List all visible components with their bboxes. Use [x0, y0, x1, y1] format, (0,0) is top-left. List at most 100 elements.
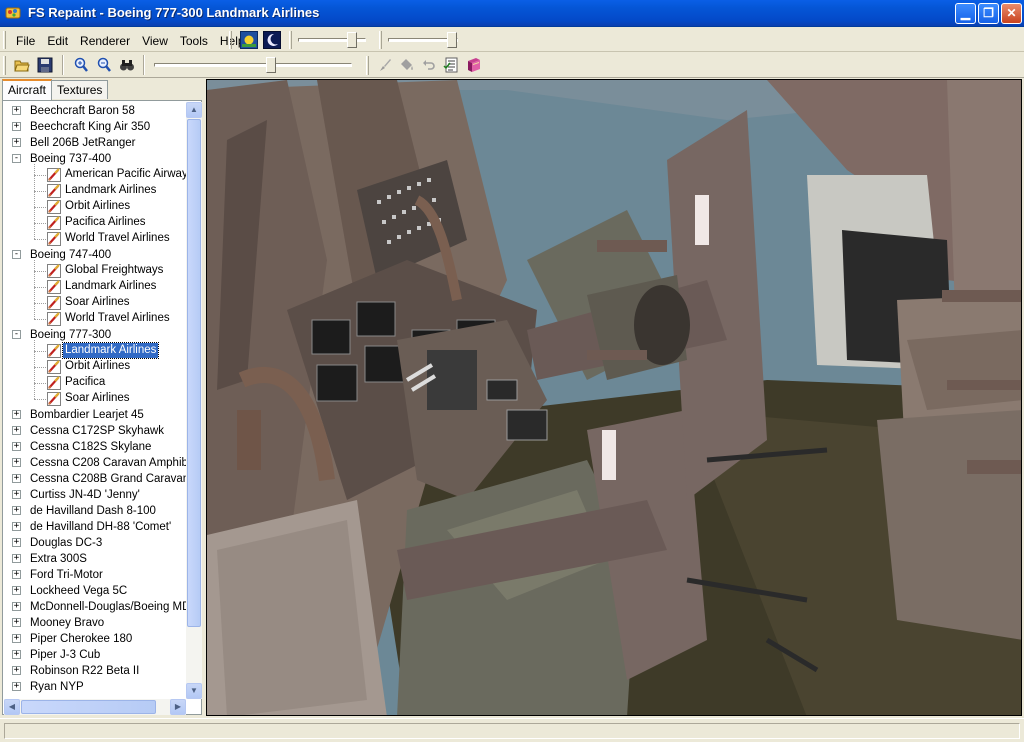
aircraft-tree[interactable]: + Beechcraft Baron 58 + Beechcraft King Air…: [4, 102, 186, 699]
tree-node-livery[interactable]: Landmark Airlines: [4, 183, 186, 199]
expand-icon[interactable]: +: [12, 474, 21, 483]
expand-icon[interactable]: +: [12, 682, 21, 691]
expand-icon[interactable]: +: [12, 442, 21, 451]
open-button[interactable]: [11, 54, 33, 76]
expand-icon[interactable]: +: [12, 426, 21, 435]
menu-renderer[interactable]: Renderer: [74, 32, 136, 50]
expand-icon[interactable]: +: [12, 650, 21, 659]
zoom-out-button[interactable]: [93, 54, 115, 76]
tree-node-aircraft[interactable]: + Lockheed Vega 5C: [4, 583, 186, 599]
expand-icon[interactable]: +: [12, 538, 21, 547]
tree-node-aircraft[interactable]: + Curtiss JN-4D 'Jenny': [4, 487, 186, 503]
tree-node-livery[interactable]: Landmark Airlines: [4, 279, 186, 295]
collapse-icon[interactable]: -: [12, 330, 21, 339]
menubar-grip[interactable]: [3, 31, 6, 49]
vertical-scroll-thumb[interactable]: [187, 119, 201, 627]
zoom-slider[interactable]: [152, 55, 354, 75]
tab-aircraft[interactable]: Aircraft: [2, 79, 53, 100]
tree-node-livery[interactable]: Landmark Airlines: [4, 342, 186, 359]
expand-icon[interactable]: +: [12, 410, 21, 419]
brightness-slider-thumb[interactable]: [447, 32, 457, 48]
expand-icon[interactable]: +: [12, 106, 21, 115]
zoom-slider-thumb[interactable]: [266, 57, 276, 73]
light-slider-thumb[interactable]: [347, 32, 357, 48]
paint-brush-button[interactable]: [374, 54, 396, 76]
scroll-left-icon[interactable]: ◀: [4, 699, 20, 715]
tree-node-aircraft[interactable]: + Mooney Bravo: [4, 615, 186, 631]
paint-bucket-button[interactable]: [396, 54, 418, 76]
toolbar-grip-3[interactable]: [366, 56, 369, 75]
slider-grip-2[interactable]: [379, 31, 382, 49]
tree-node-livery[interactable]: Orbit Airlines: [4, 359, 186, 375]
tree-node-livery[interactable]: American Pacific Airways: [4, 167, 186, 183]
close-button[interactable]: ✕: [1001, 3, 1022, 24]
tree-node-aircraft[interactable]: + Piper Cherokee 180: [4, 631, 186, 647]
tree-node-aircraft[interactable]: - Boeing 777-300: [4, 327, 186, 343]
zoom-in-button[interactable]: [70, 54, 92, 76]
tree-node-aircraft[interactable]: + de Havilland DH-88 'Comet': [4, 519, 186, 535]
tree-node-aircraft[interactable]: + Cessna C208 Caravan Amphibian: [4, 455, 186, 471]
scroll-down-icon[interactable]: ▼: [186, 683, 202, 699]
expand-icon[interactable]: +: [12, 122, 21, 131]
tree-node-livery[interactable]: World Travel Airlines: [4, 311, 186, 327]
tree-node-livery[interactable]: Soar Airlines: [4, 391, 186, 407]
scroll-right-icon[interactable]: ▶: [170, 699, 186, 715]
horizontal-scroll-thumb[interactable]: [21, 700, 156, 714]
app-icon[interactable]: [5, 5, 21, 21]
tree-node-aircraft[interactable]: - Boeing 747-400: [4, 247, 186, 263]
expand-icon[interactable]: +: [12, 522, 21, 531]
tree-node-livery[interactable]: Pacifica: [4, 375, 186, 391]
toolbar-grip-main[interactable]: [3, 56, 6, 75]
tree-node-aircraft[interactable]: + Cessna C182S Skylane: [4, 439, 186, 455]
horizontal-scrollbar[interactable]: ◀ ▶: [4, 699, 186, 715]
tree-node-livery[interactable]: Soar Airlines: [4, 295, 186, 311]
expand-icon[interactable]: +: [12, 666, 21, 675]
tree-node-aircraft[interactable]: + de Havilland Dash 8-100: [4, 503, 186, 519]
expand-icon[interactable]: +: [12, 618, 21, 627]
menu-tools[interactable]: Tools: [174, 32, 214, 50]
expand-icon[interactable]: +: [12, 138, 21, 147]
tab-textures[interactable]: Textures: [51, 80, 109, 99]
tree-node-livery[interactable]: Global Freightways: [4, 263, 186, 279]
expand-icon[interactable]: +: [12, 602, 21, 611]
minimize-button[interactable]: ▁: [955, 3, 976, 24]
tree-node-livery[interactable]: World Travel Airlines: [4, 231, 186, 247]
tree-node-aircraft[interactable]: + Bombardier Learjet 45: [4, 407, 186, 423]
light-slider[interactable]: [296, 30, 368, 50]
slider-grip[interactable]: [289, 31, 292, 49]
expand-icon[interactable]: +: [12, 634, 21, 643]
expand-icon[interactable]: +: [12, 458, 21, 467]
tree-node-livery[interactable]: Pacifica Airlines: [4, 215, 186, 231]
tree-node-aircraft[interactable]: + Robinson R22 Beta II: [4, 663, 186, 679]
tree-node-aircraft[interactable]: + Douglas DC-3: [4, 535, 186, 551]
toolbar-grip[interactable]: [229, 31, 232, 49]
tree-node-aircraft[interactable]: + Ford Tri-Motor: [4, 567, 186, 583]
checklist-button[interactable]: [440, 54, 462, 76]
tree-node-aircraft[interactable]: + Beechcraft Baron 58: [4, 103, 186, 119]
tree-node-livery[interactable]: Orbit Airlines: [4, 199, 186, 215]
tree-node-aircraft[interactable]: - Boeing 737-400: [4, 151, 186, 167]
3d-viewport[interactable]: [206, 79, 1022, 716]
menu-view[interactable]: View: [136, 32, 174, 50]
save-button[interactable]: [34, 54, 56, 76]
tree-node-aircraft[interactable]: + Piper J-3 Cub: [4, 647, 186, 663]
find-button[interactable]: [116, 54, 138, 76]
expand-icon[interactable]: +: [12, 506, 21, 515]
scroll-up-icon[interactable]: ▲: [186, 102, 202, 118]
night-view-button[interactable]: [261, 29, 283, 51]
day-view-button[interactable]: [238, 29, 260, 51]
expand-icon[interactable]: +: [12, 570, 21, 579]
vertical-scrollbar[interactable]: ▲ ▼: [186, 102, 202, 699]
collapse-icon[interactable]: -: [12, 154, 21, 163]
undo-button[interactable]: [418, 54, 440, 76]
tree-node-aircraft[interactable]: + Cessna C208B Grand Caravan: [4, 471, 186, 487]
tree-node-aircraft[interactable]: + Extra 300S: [4, 551, 186, 567]
title-bar[interactable]: FS Repaint - Boeing 777-300 Landmark Air…: [0, 0, 1024, 27]
help-book-button[interactable]: [463, 54, 485, 76]
expand-icon[interactable]: +: [12, 554, 21, 563]
tree-node-aircraft[interactable]: + McDonnell-Douglas/Boeing MD-83: [4, 599, 186, 615]
expand-icon[interactable]: +: [12, 586, 21, 595]
brightness-slider[interactable]: [386, 30, 460, 50]
collapse-icon[interactable]: -: [12, 250, 21, 259]
maximize-button[interactable]: ❐: [978, 3, 999, 24]
